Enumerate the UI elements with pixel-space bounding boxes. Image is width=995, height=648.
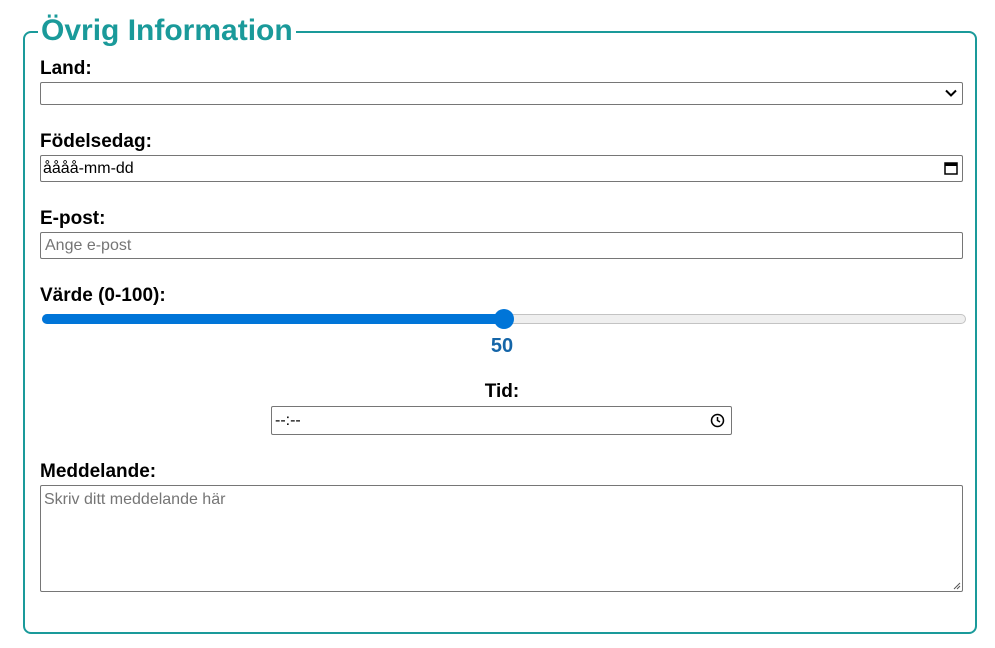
country-label: Land:	[40, 58, 92, 79]
message-label: Meddelande:	[40, 461, 157, 482]
slider-value-display: 50	[490, 335, 514, 357]
slider-fill	[42, 314, 504, 324]
time-label: Tid:	[484, 381, 520, 402]
value-label: Värde (0-100):	[40, 285, 166, 306]
email-label: E-post:	[40, 208, 106, 229]
resize-grip-icon[interactable]	[951, 580, 961, 590]
time-value: --:--	[275, 412, 301, 429]
chevron-down-icon	[945, 89, 957, 97]
message-placeholder: Skriv ditt meddelande här	[44, 491, 226, 508]
country-select[interactable]	[40, 82, 963, 105]
slider-thumb[interactable]	[494, 309, 514, 329]
birthdate-label: Födelsedag:	[40, 131, 152, 152]
clock-icon[interactable]	[710, 413, 725, 428]
time-input[interactable]: --:--	[271, 406, 732, 435]
calendar-icon[interactable]	[944, 161, 958, 175]
birthdate-value: åååå-mm-dd	[43, 160, 134, 177]
email-placeholder: Ange e-post	[45, 237, 132, 254]
message-textarea[interactable]: Skriv ditt meddelande här	[40, 485, 963, 592]
section-title: Övrig Information	[38, 13, 296, 49]
value-slider[interactable]	[42, 309, 966, 329]
birthdate-input[interactable]: åååå-mm-dd	[40, 155, 963, 182]
email-field[interactable]: Ange e-post	[40, 232, 963, 259]
